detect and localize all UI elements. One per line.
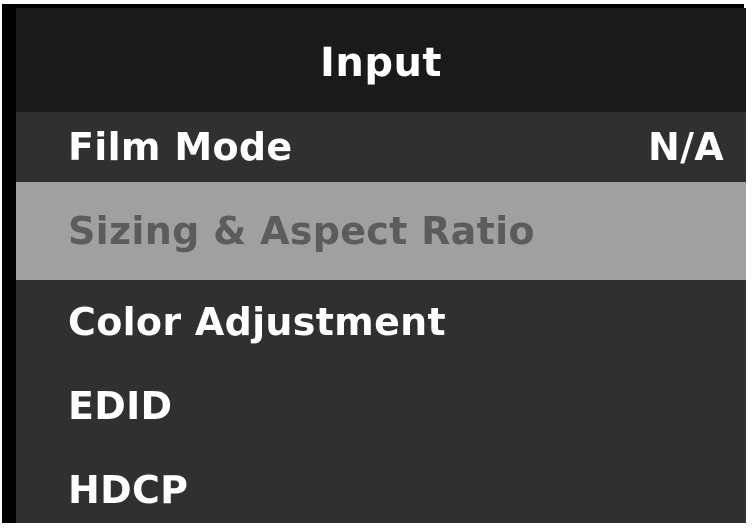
menu-item-label: Color Adjustment [68, 300, 446, 344]
input-menu-panel: Input Film Mode N/A Sizing & Aspect Rati… [16, 8, 746, 523]
menu-item-edid[interactable]: EDID [16, 364, 746, 448]
menu-item-film-mode[interactable]: Film Mode N/A [16, 112, 746, 182]
menu-item-hdcp[interactable]: HDCP [16, 448, 746, 523]
osd-frame: Input Film Mode N/A Sizing & Aspect Rati… [2, 4, 746, 523]
menu-item-label: EDID [68, 384, 173, 428]
menu-title: Input [319, 40, 443, 86]
menu-header: Input [16, 8, 746, 112]
menu-item-sizing-aspect-ratio[interactable]: Sizing & Aspect Ratio [16, 182, 746, 280]
menu-item-color-adjustment[interactable]: Color Adjustment [16, 280, 746, 364]
menu-item-label: Film Mode [68, 125, 293, 169]
menu-item-label: HDCP [68, 468, 189, 512]
menu-item-value: N/A [648, 125, 724, 169]
menu-list: Film Mode N/A Sizing & Aspect Ratio Colo… [16, 112, 746, 523]
menu-item-label: Sizing & Aspect Ratio [68, 209, 535, 253]
